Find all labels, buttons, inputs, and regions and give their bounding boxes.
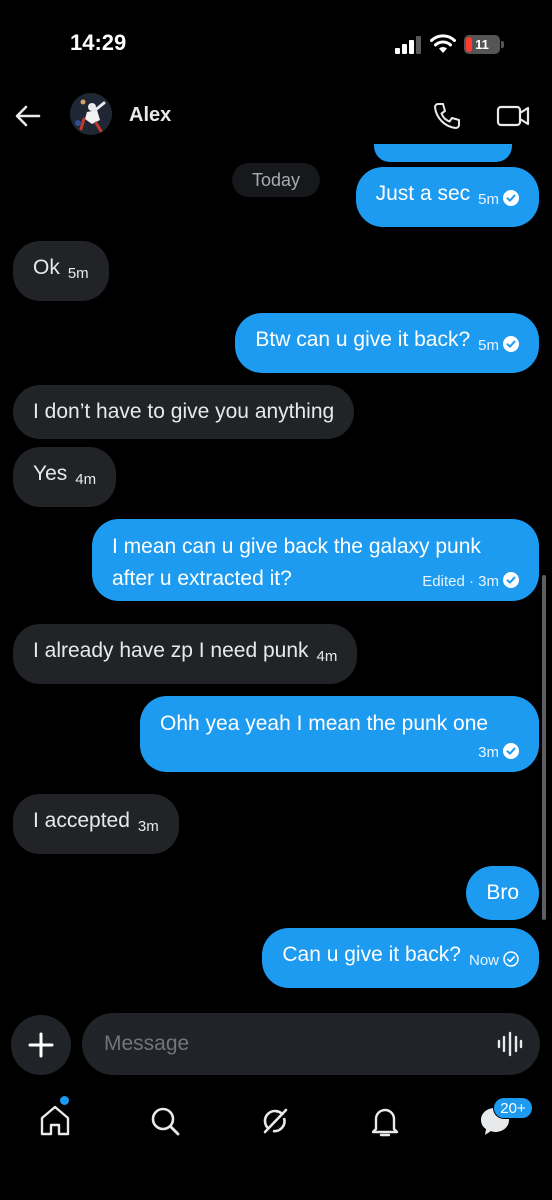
sent-check-icon [503, 951, 519, 967]
home-icon[interactable] [37, 1103, 73, 1139]
read-check-icon [503, 336, 519, 352]
message-outgoing[interactable]: Btw can u give it back? 5m [235, 313, 539, 373]
message-time: Edited · 3m [422, 573, 499, 590]
video-call-icon[interactable] [496, 102, 530, 130]
messages-badge: 20+ [493, 1097, 533, 1119]
message-input[interactable] [82, 1013, 540, 1075]
message-text: Bro [486, 881, 519, 904]
wifi-icon [430, 34, 456, 53]
message-text: Just a sec [375, 182, 471, 205]
message-outgoing[interactable]: Just a sec 5m [355, 167, 539, 227]
message-time: 4m [75, 471, 97, 488]
message-list[interactable]: Today Just a sec 5m Ok 5m Btw can u give i… [0, 144, 552, 1004]
read-check-icon [503, 743, 519, 759]
message-text: I accepted [33, 809, 130, 832]
message-time: 5m [478, 191, 499, 208]
message-outgoing[interactable]: Ohh yea yeah I mean the punk one 3m [140, 696, 539, 772]
read-check-icon [503, 572, 519, 588]
message-incoming[interactable]: Yes 4m [13, 447, 117, 507]
plus-icon [28, 1032, 54, 1058]
message-composer [0, 1010, 552, 1080]
read-check-icon [503, 190, 519, 206]
notifications-icon[interactable] [367, 1103, 403, 1139]
contact-name[interactable]: Alex [129, 104, 171, 127]
status-time: 14:29 [70, 30, 127, 55]
message-time: 4m [316, 648, 338, 665]
cellular-signal-icon [395, 36, 421, 54]
message-time: 5m [478, 337, 499, 354]
avatar[interactable] [70, 93, 112, 135]
message-time: 3m [478, 744, 499, 761]
scrollbar[interactable] [542, 575, 546, 920]
search-icon[interactable] [147, 1103, 183, 1139]
message-outgoing[interactable]: I mean can u give back the galaxy punk a… [92, 519, 539, 601]
message-text: I don’t have to give you anything [33, 400, 335, 423]
battery-indicator: 11 [464, 35, 504, 54]
status-bar: 14:29 11 [0, 0, 552, 90]
message-text: Can u give it back? [282, 943, 461, 966]
message-incoming[interactable]: I don’t have to give you anything [13, 385, 355, 439]
conversation-header: Alex [0, 90, 552, 144]
message-incoming[interactable]: I accepted 3m [13, 794, 179, 854]
date-separator: Today [232, 163, 320, 197]
message-text: Ok [33, 256, 60, 279]
message-time: 3m [137, 818, 159, 835]
message-time: 5m [67, 265, 89, 282]
message-text: Ohh yea yeah I mean the punk one [160, 712, 489, 735]
home-notification-dot [60, 1096, 69, 1105]
previous-message-bubble-partial [374, 144, 512, 162]
message-text: Btw can u give it back? [255, 328, 471, 351]
battery-level: 11 [475, 37, 489, 52]
bottom-navigation: 20+ [0, 1085, 552, 1200]
grok-icon[interactable] [257, 1103, 293, 1139]
message-outgoing[interactable]: Bro [466, 866, 539, 920]
phone-call-icon[interactable] [432, 101, 462, 131]
back-arrow-icon[interactable] [14, 102, 42, 130]
message-incoming[interactable]: I already have zp I need punk 4m [13, 624, 358, 684]
message-text: I already have zp I need punk [33, 639, 309, 662]
add-attachment-button[interactable] [11, 1015, 71, 1075]
message-time: Now [468, 952, 499, 969]
message-text: Yes [33, 462, 68, 485]
message-incoming[interactable]: Ok 5m [13, 241, 109, 301]
voice-message-icon[interactable] [497, 1030, 523, 1058]
message-outgoing[interactable]: Can u give it back? Now [262, 928, 539, 988]
